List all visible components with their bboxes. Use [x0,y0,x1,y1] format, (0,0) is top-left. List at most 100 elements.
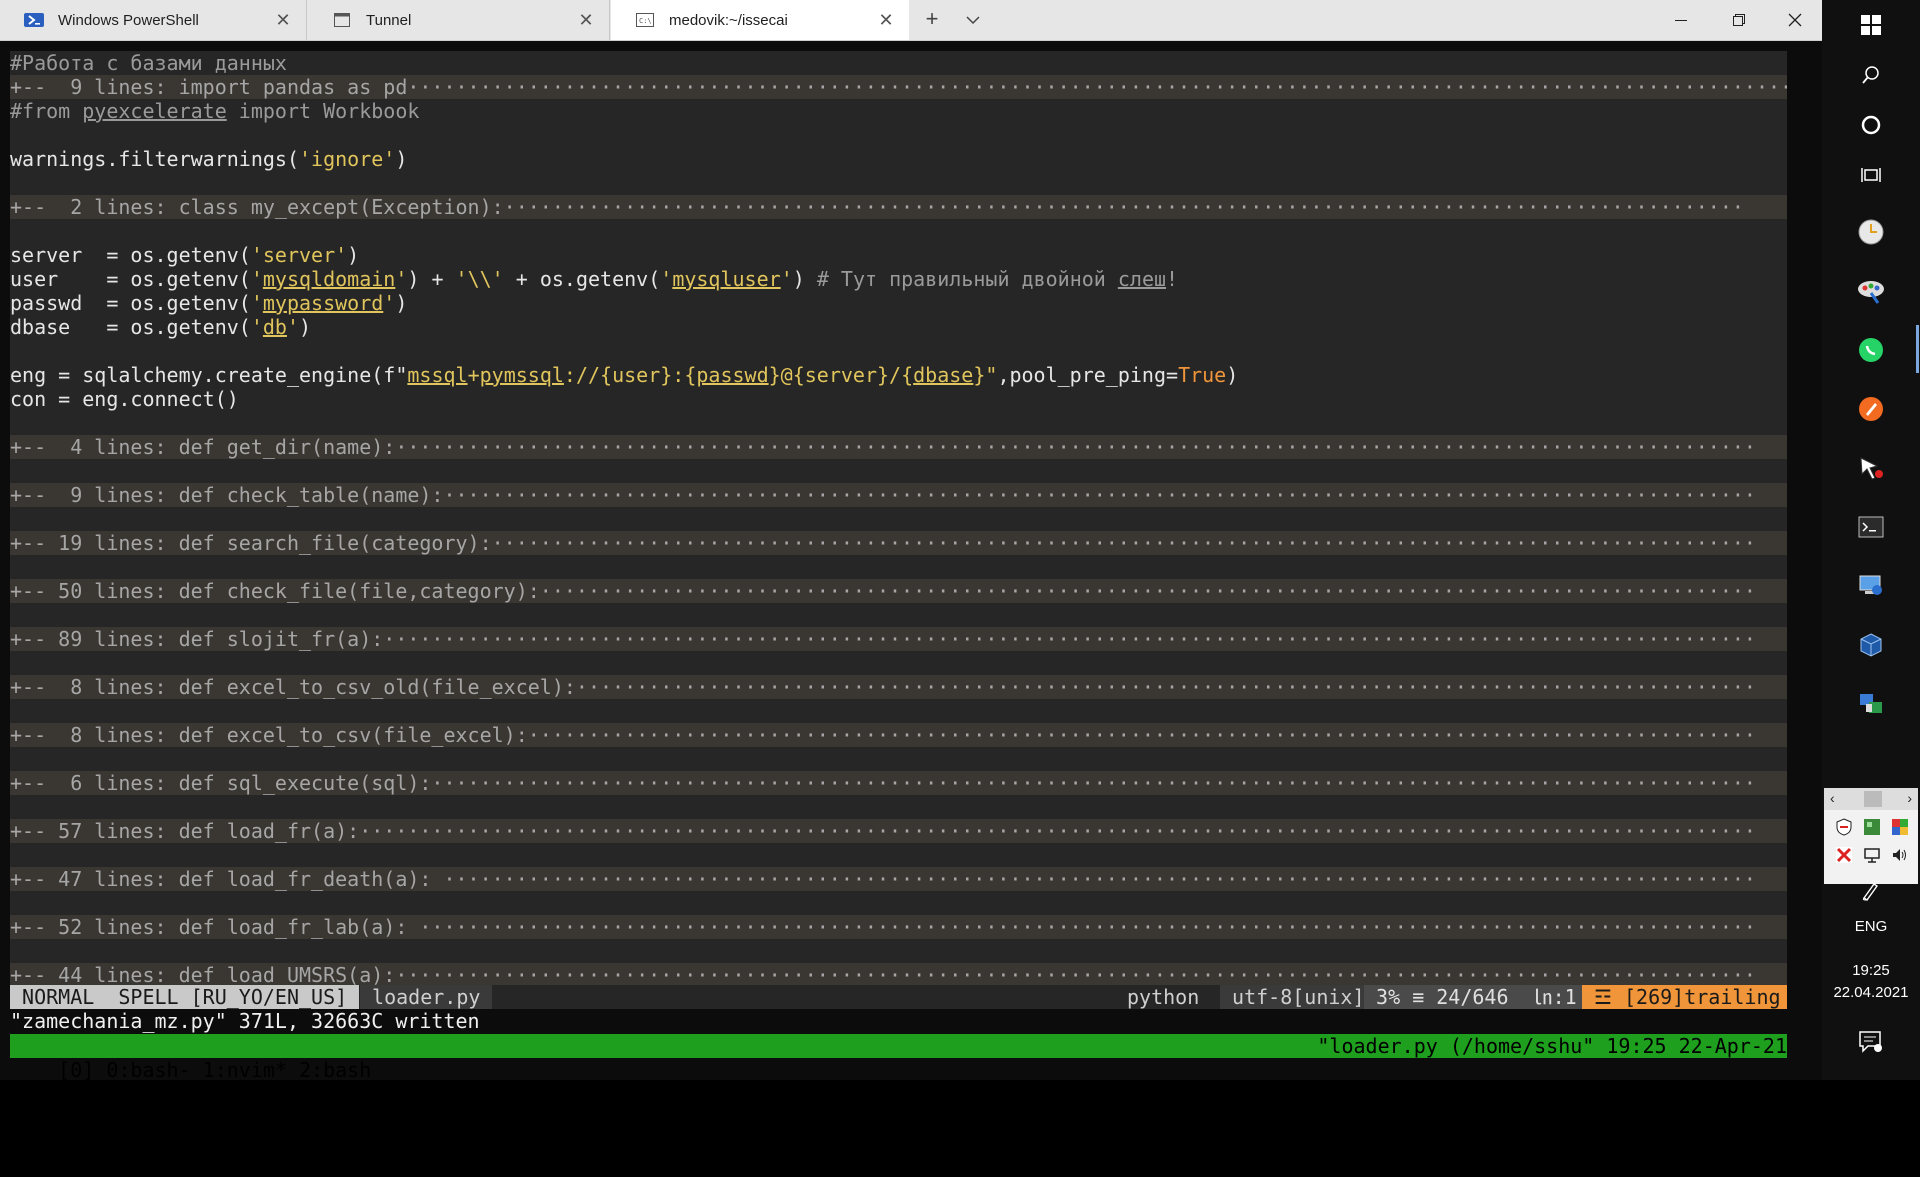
tab-label: Windows PowerShell [58,11,199,29]
code-token: db [262,315,287,339]
new-tab-button[interactable]: + [920,8,944,32]
close-tab-icon[interactable]: ✕ [577,11,595,29]
windows-start-button[interactable] [1822,0,1920,50]
task-view-button[interactable] [1822,150,1920,200]
chevron-right-icon[interactable]: › [1907,790,1912,806]
code-line[interactable] [10,123,1787,147]
tab-medovik[interactable]: C:\ medovik:~/issecai ✕ [611,0,909,40]
folded-code-line[interactable]: +-- 4 lines: def get_dir(name):·········… [10,435,1787,459]
close-tab-icon[interactable]: ✕ [274,11,292,29]
code-line[interactable]: server = os.getenv('server') [10,243,1787,267]
folded-code-line[interactable]: +-- 2 lines: class my_except(Exception):… [10,195,1787,219]
folded-code-line[interactable]: +-- 9 lines: def check_table(name):·····… [10,483,1787,507]
antivirus-icon [1836,847,1852,863]
folded-code-line[interactable]: +-- 6 lines: def sql_execute(sql):······… [10,771,1787,795]
code-token: ) + [407,267,456,291]
search-button[interactable] [1822,50,1920,100]
code-line[interactable] [10,843,1787,867]
code-token: ://{user}:{ [563,363,697,387]
taskbar-app-virtualbox[interactable] [1822,620,1920,670]
terminal-window[interactable]: #Работа с базами данных +-- 9 lines: impo… [0,41,1822,1082]
folded-code-line[interactable]: +-- 8 lines: def excel_to_csv(file_excel… [10,723,1787,747]
tab-tunnel[interactable]: Tunnel ✕ [308,0,610,40]
taskbar-app-clock[interactable] [1822,207,1920,257]
code-line[interactable]: dbase = os.getenv('db') [10,315,1787,339]
tab-windows-powershell[interactable]: Windows PowerShell ✕ [0,0,307,40]
code-line[interactable] [10,339,1787,363]
code-line[interactable]: con = eng.connect() [10,387,1787,411]
tab-dropdown-button[interactable] [962,8,984,32]
folded-code-line[interactable]: +-- 19 lines: def search_file(category):… [10,531,1787,555]
folded-code-line[interactable]: +-- 57 lines: def load_fr(a):···········… [10,819,1787,843]
taskbar-app-cursor[interactable] [1822,443,1920,493]
folded-code-line[interactable]: +-- 47 lines: def load_fr_death(a): ····… [10,867,1787,891]
code-line[interactable] [10,699,1787,723]
code-line[interactable] [10,651,1787,675]
vim-filename: loader.py [360,985,493,1009]
vim-statusline: NORMAL SPELL [RU_YO/EN_US] loader.py pyt… [10,985,1787,1009]
code-token: }" [973,363,998,387]
input-language[interactable]: ENG [1822,918,1920,935]
code-token: ) [395,147,408,171]
code-line[interactable] [10,795,1787,819]
folded-code-line[interactable]: +-- 52 lines: def load_fr_lab(a): ······… [10,915,1787,939]
folded-code-line[interactable]: +-- 9 lines: import pandas as pd········… [10,75,1787,99]
taskbar-app-network[interactable] [1822,679,1920,729]
folded-code-line[interactable]: +-- 44 lines: def load_UMSRS(a):········… [10,963,1787,987]
code-token: ) [792,267,817,291]
close-tab-icon[interactable]: ✕ [877,11,895,29]
code-line[interactable] [10,555,1787,579]
folded-code-line[interactable]: +-- 50 lines: def check_file(file,catego… [10,579,1787,603]
code-line[interactable] [10,411,1787,435]
vim-buffer[interactable]: #Работа с базами данных +-- 9 lines: impo… [10,51,1787,987]
code-line[interactable] [10,171,1787,195]
tmux-status-right: "loader.py (/home/sshu" 19:25 22-Apr-21 [1317,1034,1787,1058]
system-clock[interactable]: 19:25 22.04.2021 [1822,960,1920,1004]
taskbar-app-paint[interactable] [1822,266,1920,316]
tray-scroller[interactable]: ‹ › [1824,788,1918,810]
code-line[interactable]: warnings.filterwarnings('ignore') [10,147,1787,171]
cortana-icon [1861,115,1881,135]
maximize-button[interactable] [1711,0,1767,40]
minimize-button[interactable] [1653,0,1709,40]
close-window-button[interactable] [1767,0,1823,40]
taskbar-app-whatsapp[interactable] [1822,325,1920,375]
code-token: server = os.getenv( [10,243,251,267]
taskbar-app-pen[interactable] [1822,384,1920,434]
code-line[interactable] [10,219,1787,243]
code-line[interactable] [10,747,1787,771]
code-line[interactable]: passwd = os.getenv('mypassword') [10,291,1787,315]
shield-icon [1836,818,1852,836]
code-token: ' [286,315,300,339]
code-line[interactable]: #Работа с базами данных [10,51,1787,75]
code-line[interactable] [10,507,1787,531]
taskbar-app-remote-desktop[interactable] [1822,561,1920,611]
folded-code-line[interactable]: +-- 8 lines: def excel_to_csv_old(file_e… [10,675,1787,699]
chevron-left-icon[interactable]: ‹ [1830,790,1835,806]
code-line[interactable] [10,459,1787,483]
code-line[interactable] [10,603,1787,627]
tray-scroll-thumb[interactable] [1864,791,1882,807]
pen-workspace-button[interactable] [1860,880,1882,907]
vim-message-line: "zamechania_mz.py" 371L, 32663C written [10,1009,480,1033]
action-center-button[interactable] [1858,1030,1884,1059]
code-token: + os.getenv( [503,267,661,291]
code-line[interactable]: user = os.getenv('mysqldomain') + '\\' +… [10,267,1787,291]
code-line[interactable]: #from pyexcelerate import Workbook [10,99,1787,123]
code-token: ' [660,267,673,291]
close-icon [1788,13,1802,27]
cortana-button[interactable] [1822,100,1920,150]
code-line[interactable]: eng = sqlalchemy.create_engine(f"mssql+p… [10,363,1787,387]
terminal-scrollbar[interactable] [1797,51,1813,1061]
code-token: #Работа с базами данных [10,51,287,75]
code-token: ' [780,267,793,291]
code-line[interactable] [10,939,1787,963]
code-line[interactable] [10,891,1787,915]
code-token: 'server' [250,243,348,267]
code-token: ' [383,291,396,315]
folded-code-line[interactable]: +-- 89 lines: def slojit_fr(a):·········… [10,627,1787,651]
taskbar-app-terminal[interactable] [1822,502,1920,552]
svg-text:C:\: C:\ [639,17,652,25]
code-token: ,pool_pre_ping= [997,363,1179,387]
volume-icon [1893,849,1906,861]
